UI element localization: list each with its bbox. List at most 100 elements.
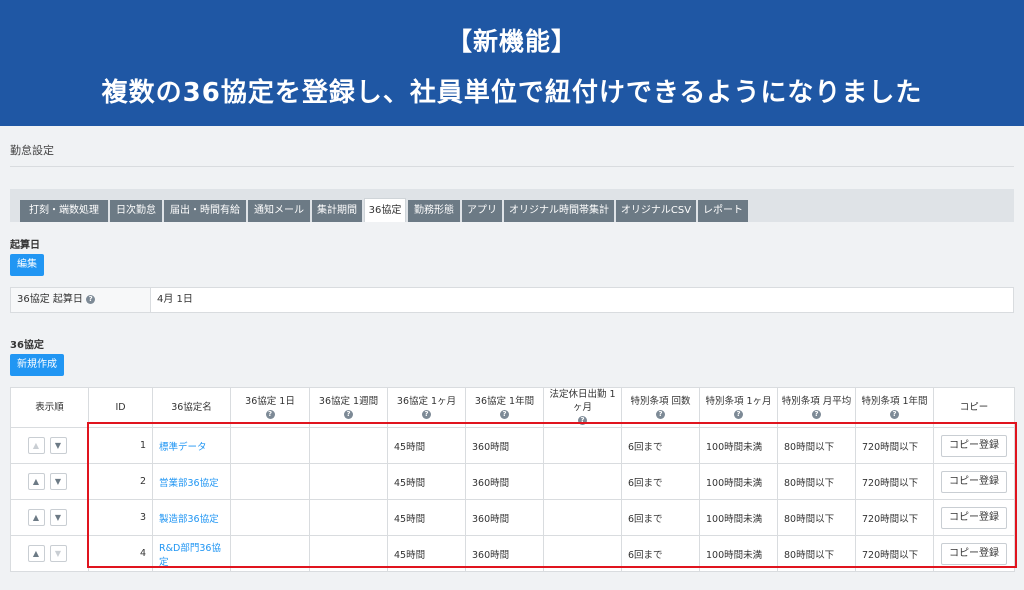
cell-sp-count: 6回まで [621, 535, 700, 572]
column-header-label: 36協定 1週間 [318, 395, 379, 407]
column-header-label: 表示順 [35, 402, 64, 413]
base-date-row: 36協定 起算日 ? 4月 1日 [10, 287, 1014, 313]
copy-register-button[interactable]: コピー登録 [941, 542, 1007, 565]
table-row: ▲ ▼ 1 標準データ 45時間 360時間 6回まで 100時間未満 80時間以下 720時間以… [10, 427, 1015, 464]
tab-daily-attendance[interactable]: 日次勤怠 [110, 200, 162, 222]
cell-sp-avg: 80時間以下 [777, 499, 856, 536]
cell-sp-year: 720時間以下 [855, 463, 934, 500]
banner-message: 複数の36協定を登録し、社員単位で紐付けできるようになりました [101, 78, 923, 108]
table-row: ▲ ▼ 3 製造部36協定 45時間 360時間 6回まで 100時間未満 80時間以下 720時… [10, 499, 1015, 536]
column-header: 36協定 1年間? [465, 387, 544, 428]
cell-sp-count: 6回まで [621, 463, 700, 500]
page-title: 勤怠設定 [10, 144, 54, 157]
cell-sp-month: 100時間未満 [699, 463, 778, 500]
table-row: ▲ ▼ 4 R&D部門36協定 45時間 360時間 6回まで 100時間未満 80時間以下 72… [10, 535, 1015, 572]
tab-app[interactable]: アプリ [462, 200, 502, 222]
table-header-row: 表示順 ID 36協定名 36協定 1日? 36協定 1週間? 36協定 1ヶ月? 36協定… [10, 387, 1015, 428]
column-header: 特別条項 回数? [621, 387, 700, 428]
question-circle-icon[interactable]: ? [500, 409, 509, 419]
base-date-section-label: 起算日 [10, 240, 40, 251]
cell-sp-avg: 80時間以下 [777, 427, 856, 464]
agreement-name-link[interactable]: 標準データ [159, 442, 207, 453]
copy-register-button[interactable]: コピー登録 [941, 434, 1007, 457]
cell-sp-avg: 80時間以下 [777, 535, 856, 572]
column-header-label: 特別条項 1ヶ月 [705, 395, 772, 407]
tab-work-pattern[interactable]: 勤務形態 [408, 200, 460, 222]
triangle-up-icon[interactable]: ▲ [27, 437, 45, 454]
agreement-name-link[interactable]: R&D部門36協定 [159, 543, 221, 568]
cell-sp-month: 100時間未満 [699, 535, 778, 572]
cell-sp-month: 100時間未満 [699, 499, 778, 536]
copy-register-button[interactable]: コピー登録 [941, 470, 1007, 493]
triangle-down-icon[interactable]: ▼ [49, 437, 67, 454]
triangle-up-icon[interactable]: ▲ [27, 545, 45, 562]
tab-36-agreement[interactable]: 36協定 [364, 198, 406, 222]
id-cell: 4 [88, 535, 153, 572]
agreement-name-cell: 営業部36協定 [152, 463, 231, 500]
announcement-banner: 【新機能】 複数の36協定を登録し、社員単位で紐付けできるようになりました [0, 0, 1024, 126]
column-header-label: 36協定 1ヶ月 [396, 395, 457, 407]
question-circle-icon[interactable]: ? [344, 409, 353, 419]
tab-aggregation-period[interactable]: 集計期間 [312, 200, 362, 222]
triangle-down-icon[interactable]: ▼ [49, 473, 67, 490]
agreement-name-cell: R&D部門36協定 [152, 535, 231, 572]
id-cell: 2 [88, 463, 153, 500]
cell-day [230, 499, 310, 536]
cell-holiday [543, 535, 622, 572]
triangle-up-icon[interactable]: ▲ [27, 473, 45, 490]
cell-year: 360時間 [465, 499, 544, 536]
cell-sp-avg: 80時間以下 [777, 463, 856, 500]
cell-day [230, 535, 310, 572]
banner-title: 【新機能】 [446, 27, 577, 56]
column-header-label: 特別条項 月平均 [781, 395, 852, 407]
cell-year: 360時間 [465, 535, 544, 572]
column-header-label: 36協定 1年間 [474, 395, 535, 407]
copy-cell: コピー登録 [933, 499, 1015, 536]
cell-holiday [543, 499, 622, 536]
question-circle-icon[interactable]: ? [812, 409, 821, 419]
cell-month: 45時間 [387, 535, 466, 572]
column-header-label: 特別条項 1年間 [861, 395, 928, 407]
column-header: 36協定 1週間? [309, 387, 388, 428]
cell-day [230, 427, 310, 464]
base-date-value: 4月 1日 [157, 294, 193, 305]
column-header-label: 36協定 1日 [245, 395, 295, 407]
triangle-down-icon[interactable]: ▼ [49, 545, 67, 562]
agreement-name-link[interactable]: 営業部36協定 [159, 478, 219, 489]
tab-original-csv[interactable]: オリジナルCSV [616, 200, 696, 222]
tab-original-time-aggregation[interactable]: オリジナル時間帯集計 [504, 200, 614, 222]
display-order-cell: ▲ ▼ [10, 535, 89, 572]
new-agreement-button[interactable]: 新規作成 [10, 354, 64, 376]
display-order-cell: ▲ ▼ [10, 499, 89, 536]
tab-requests-hourly-leave[interactable]: 届出・時間有給 [164, 200, 246, 222]
edit-base-date-button[interactable]: 編集 [10, 254, 44, 276]
question-circle-icon[interactable]: ? [86, 294, 96, 304]
column-header-label: 特別条項 回数 [630, 395, 691, 407]
agreements-section-label: 36協定 [10, 340, 44, 351]
agreement-name-link[interactable]: 製造部36協定 [159, 514, 219, 525]
question-circle-icon[interactable]: ? [734, 409, 743, 419]
column-header: 特別条項 1年間? [855, 387, 934, 428]
question-circle-icon[interactable]: ? [265, 409, 275, 419]
cell-sp-year: 720時間以下 [855, 427, 934, 464]
question-circle-icon[interactable]: ? [578, 416, 587, 425]
tab-report[interactable]: レポート [698, 200, 748, 222]
cell-sp-count: 6回まで [621, 427, 700, 464]
tab-notification-mail[interactable]: 通知メール [248, 200, 310, 222]
agreements-table: 表示順 ID 36協定名 36協定 1日? 36協定 1週間? 36協定 1ヶ月? 36協定… [10, 387, 1015, 572]
cell-month: 45時間 [387, 427, 466, 464]
column-header-label: ID [115, 402, 126, 413]
question-circle-icon[interactable]: ? [656, 409, 665, 419]
triangle-up-icon[interactable]: ▲ [27, 509, 45, 526]
question-circle-icon[interactable]: ? [890, 409, 899, 419]
tab-punch-rounding[interactable]: 打刻・端数処理 [20, 200, 108, 222]
column-header: 法定休日出勤 1ヶ月? [543, 387, 622, 428]
triangle-down-icon[interactable]: ▼ [49, 509, 67, 526]
copy-register-button[interactable]: コピー登録 [941, 506, 1007, 529]
cell-year: 360時間 [465, 427, 544, 464]
column-header: 特別条項 月平均? [777, 387, 856, 428]
column-header: ID [88, 387, 153, 428]
agreement-name-cell: 製造部36協定 [152, 499, 231, 536]
column-header: 36協定名 [152, 387, 231, 428]
question-circle-icon[interactable]: ? [422, 409, 431, 419]
